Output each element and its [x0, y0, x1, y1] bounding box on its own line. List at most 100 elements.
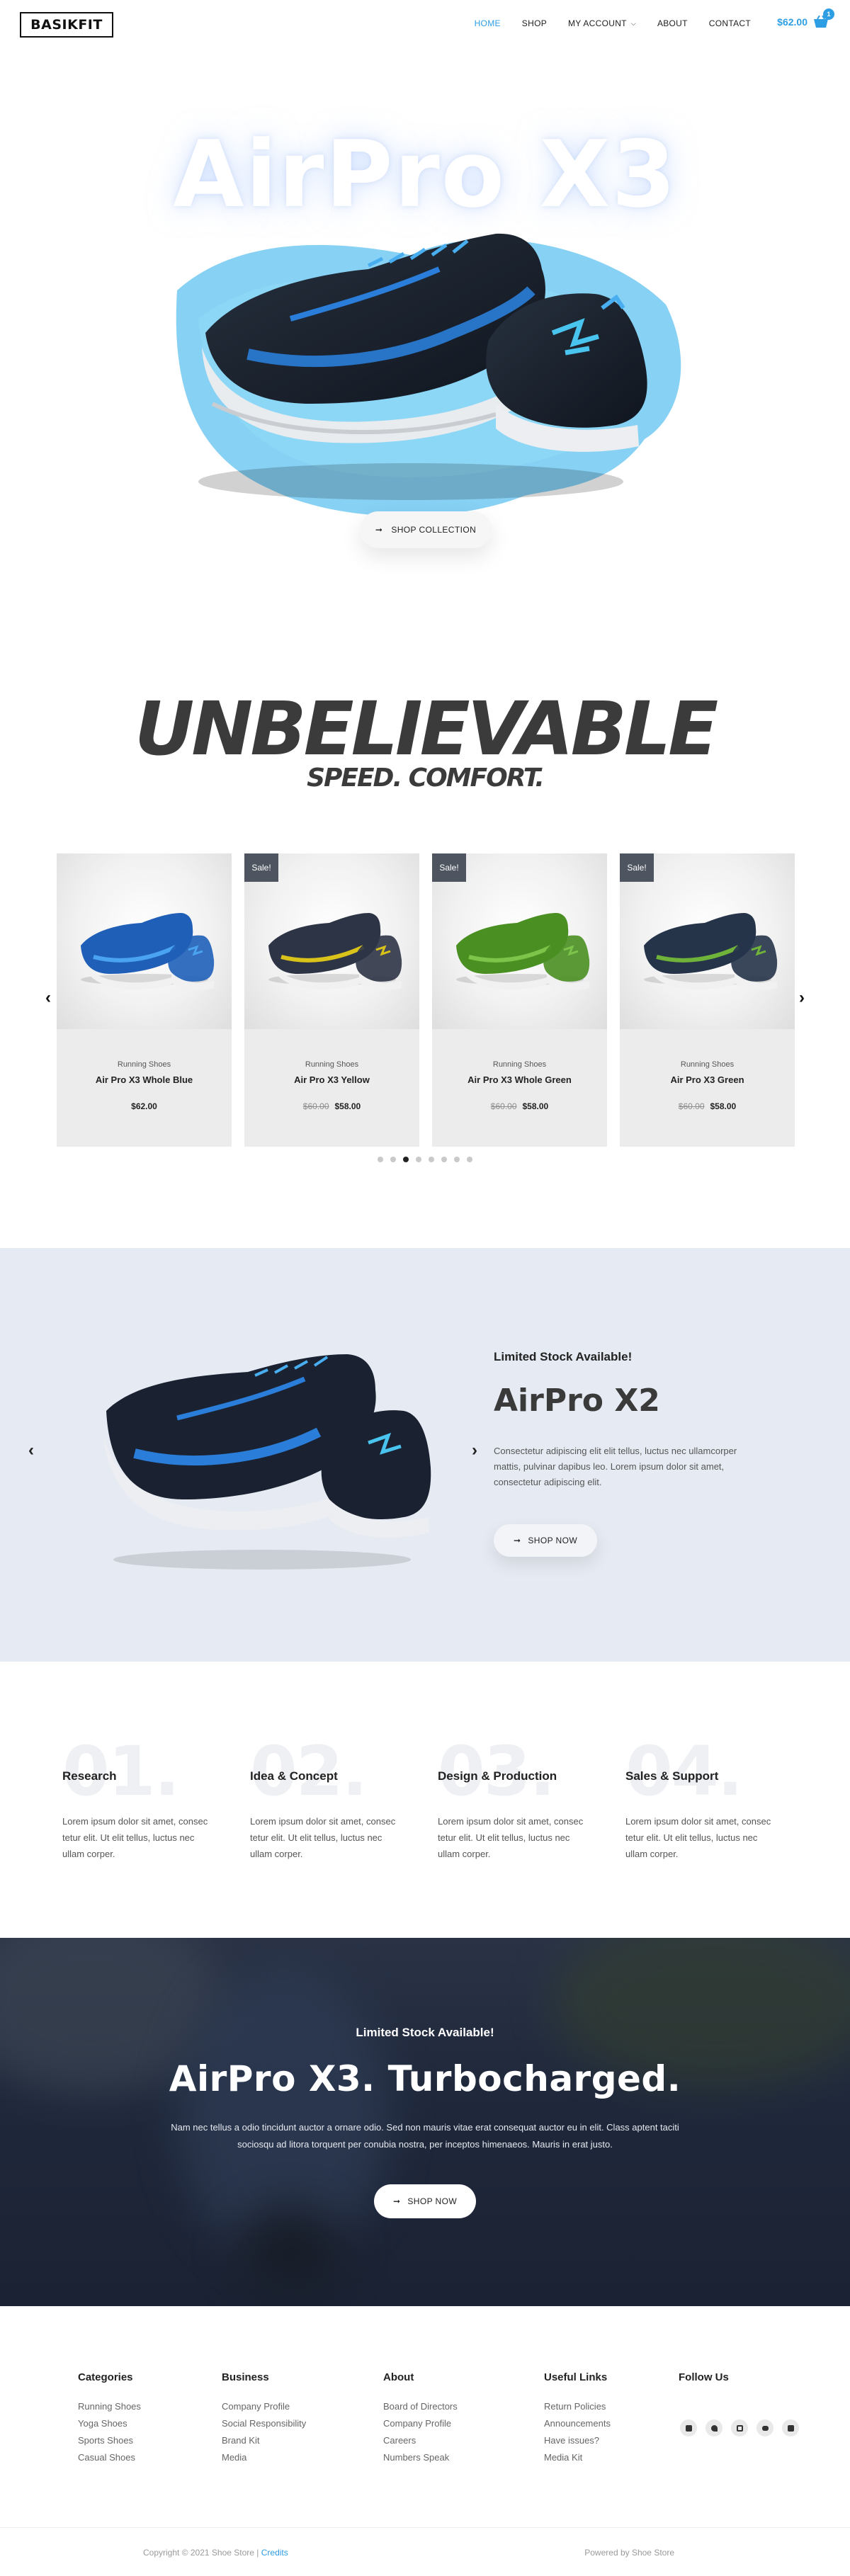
product-name[interactable]: Air Pro X3 Whole Green [432, 1074, 607, 1085]
product-name[interactable]: Air Pro X3 Whole Blue [57, 1074, 232, 1085]
site-logo[interactable]: BASIKFIT [20, 12, 113, 38]
instagram-icon[interactable] [731, 2419, 748, 2436]
footer-heading: Business [222, 2371, 269, 2383]
footer-business: Business Company Profile Social Responsi… [222, 2371, 306, 2470]
step-title: Idea & Concept [250, 1769, 338, 1783]
shop-collection-button[interactable]: ➞ SHOP COLLECTION [360, 511, 492, 548]
carousel-dot[interactable] [378, 1157, 383, 1162]
carousel-prev-icon[interactable]: ‹ [40, 988, 57, 1007]
carousel-dot[interactable] [429, 1157, 434, 1162]
carousel-dot[interactable] [467, 1157, 472, 1162]
step-text: Lorem ipsum dolor sit amet, consec tetur… [250, 1816, 396, 1859]
copyright-text: Copyright © 2021 Shoe Store | Credits [143, 2548, 288, 2558]
nav-my-account[interactable]: MY ACCOUNT ⌵ [568, 18, 636, 28]
carousel-next-icon[interactable]: › [793, 988, 810, 1007]
product-card[interactable]: Sale! Running Shoes Air Pro X3 Green $60.00… [620, 853, 795, 1147]
nav-about[interactable]: ABOUT [657, 18, 688, 28]
cart-widget[interactable]: $62.00 1 [777, 8, 834, 28]
feature-prev-icon[interactable]: ‹ [28, 1441, 34, 1460]
carousel-dot[interactable] [441, 1157, 447, 1162]
step-text: Lorem ipsum dolor sit amet, consec tetur… [438, 1816, 584, 1859]
arrow-right-icon: ➞ [392, 2196, 401, 2206]
promo-banner: Limited Stock Available! AirPro X3. Turb… [0, 1938, 850, 2306]
feature-title: AirPro X2 [494, 1383, 660, 1419]
carousel-dot[interactable] [416, 1157, 421, 1162]
footer-link[interactable]: Sports Shoes [78, 2436, 141, 2446]
product-price: $60.00 $58.00 [620, 1101, 795, 1111]
social-links [680, 2419, 799, 2436]
step-title: Sales & Support [625, 1769, 719, 1783]
cart-count-badge: 1 [823, 8, 834, 20]
site-header: BASIKFIT HOME SHOP MY ACCOUNT ⌵ ABOUT CON… [0, 0, 850, 50]
product-name[interactable]: Air Pro X3 Yellow [244, 1074, 419, 1085]
banner-title: AirPro X3. Turbocharged. [169, 2058, 681, 2099]
sale-badge: Sale! [432, 853, 466, 882]
banner-text: Nam nec tellus a odio tincidunt auctor a… [171, 2122, 679, 2150]
product-category: Running Shoes [305, 1060, 359, 1069]
facebook-icon[interactable] [680, 2419, 697, 2436]
footer-link[interactable]: Company Profile [222, 2402, 306, 2412]
youtube-icon[interactable] [756, 2419, 774, 2436]
product-current-price: $58.00 [710, 1101, 737, 1111]
powered-by-text: Powered by Shoe Store [584, 2548, 674, 2558]
footer-link[interactable]: Announcements [544, 2419, 611, 2429]
hero-section: AirPro X3 ➞ SHOP COLLECTION [0, 50, 850, 588]
product-card[interactable]: Sale! Running Shoes Air Pro X3 Yellow $60.0… [244, 853, 419, 1147]
arrow-right-icon: ➞ [375, 525, 383, 535]
footer-useful-links: Useful Links Return Policies Announcemen… [544, 2371, 611, 2470]
feature-text: Consectetur adipiscing elit elit tellus,… [494, 1446, 737, 1487]
feature-next-icon[interactable]: › [472, 1441, 477, 1460]
footer-link[interactable]: Social Responsibility [222, 2419, 306, 2429]
footer-about: About Board of Directors Company Profile… [383, 2371, 458, 2470]
step-text: Lorem ipsum dolor sit amet, consec tetur… [62, 1816, 208, 1859]
product-image[interactable] [57, 853, 232, 1029]
nav-home[interactable]: HOME [475, 18, 501, 28]
site-footer: Categories Running Shoes Yoga Shoes Spor… [0, 2306, 850, 2576]
product-card[interactable]: Sale! Running Shoes Air Pro X3 Whole Green… [432, 853, 607, 1147]
footer-link[interactable]: Media [222, 2453, 306, 2463]
twitter-icon[interactable] [706, 2419, 722, 2436]
feature-shop-now-button[interactable]: ➞ SHOP NOW [494, 1524, 597, 1557]
product-carousel: ‹ › Running Shoes Air Pro X3 Whole Blue $6… [0, 853, 850, 1179]
banner-shop-now-button[interactable]: ➞ SHOP NOW [374, 2184, 476, 2218]
carousel-dot[interactable] [403, 1157, 409, 1162]
shop-collection-label: SHOP COLLECTION [391, 525, 477, 535]
tagline-subline: SPEED. COMFORT. [307, 764, 545, 793]
carousel-dot[interactable] [390, 1157, 396, 1162]
arrow-right-icon: ➞ [513, 1536, 521, 1545]
footer-follow: Follow Us [679, 2371, 729, 2402]
copyright-label: Copyright © 2021 Shoe Store | [143, 2548, 261, 2558]
footer-link[interactable]: Have issues? [544, 2436, 611, 2446]
footer-link[interactable]: Running Shoes [78, 2402, 141, 2412]
footer-heading: Follow Us [679, 2371, 729, 2383]
credits-link[interactable]: Credits [261, 2548, 288, 2558]
step-title: Design & Production [438, 1769, 557, 1783]
main-nav: HOME SHOP MY ACCOUNT ⌵ ABOUT CONTACT [453, 18, 751, 28]
sale-badge: Sale! [244, 853, 278, 882]
product-category: Running Shoes [117, 1060, 171, 1069]
chevron-down-icon: ⌵ [630, 19, 636, 27]
product-name[interactable]: Air Pro X3 Green [620, 1074, 795, 1085]
footer-link[interactable]: Brand Kit [222, 2436, 306, 2446]
linkedin-icon[interactable] [782, 2419, 799, 2436]
product-current-price: $58.00 [334, 1101, 361, 1111]
step-title: Research [62, 1769, 117, 1783]
footer-link[interactable]: Casual Shoes [78, 2453, 141, 2463]
footer-link[interactable]: Yoga Shoes [78, 2419, 141, 2429]
feature-kicker: Limited Stock Available! [494, 1350, 633, 1363]
footer-link[interactable]: Careers [383, 2436, 458, 2446]
tagline-headline: UNBELIEVABLE [134, 686, 718, 772]
nav-contact[interactable]: CONTACT [709, 18, 751, 28]
nav-shop[interactable]: SHOP [522, 18, 547, 28]
product-card[interactable]: Running Shoes Air Pro X3 Whole Blue $62.00 [57, 853, 232, 1147]
footer-link[interactable]: Board of Directors [383, 2402, 458, 2412]
footer-link[interactable]: Return Policies [544, 2402, 611, 2412]
footer-link[interactable]: Numbers Speak [383, 2453, 458, 2463]
footer-heading: About [383, 2371, 414, 2383]
footer-link[interactable]: Company Profile [383, 2419, 458, 2429]
footer-link[interactable]: Media Kit [544, 2453, 611, 2463]
feature-section: ‹ › Limited Stock Available! AirPro X2 C… [0, 1248, 850, 1662]
carousel-dot[interactable] [454, 1157, 460, 1162]
footer-bottom-bar: Copyright © 2021 Shoe Store | Credits Po… [0, 2527, 850, 2576]
process-steps: 01. Research Lorem ipsum dolor sit amet,… [0, 1679, 850, 1919]
